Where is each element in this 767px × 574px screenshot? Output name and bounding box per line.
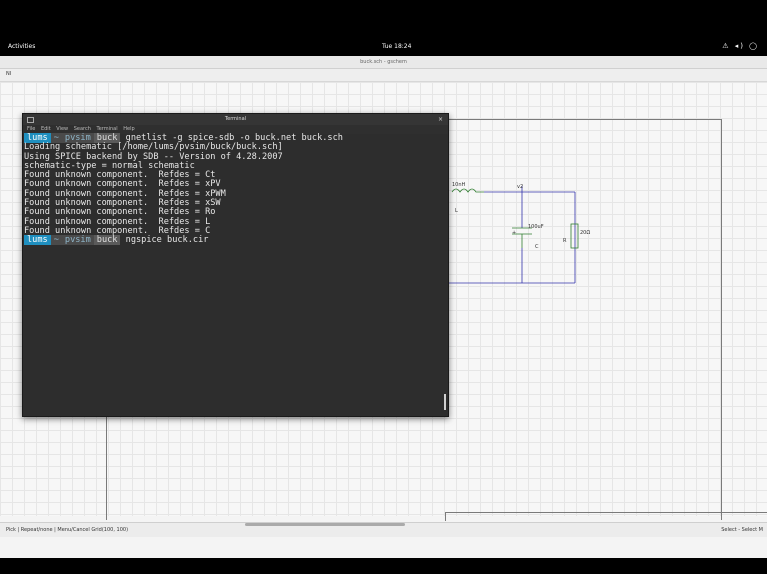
capacitor-value: 100uF (528, 224, 544, 230)
status-bar: Pick | Repeat/none | Menu/Cancel Grid(10… (0, 522, 767, 537)
menu-search[interactable]: Search (74, 126, 91, 132)
resistor-ref: R (563, 238, 567, 244)
status-left: Pick | Repeat/none | Menu/Cancel Grid(10… (6, 527, 129, 533)
terminal-title: Terminal (224, 116, 247, 122)
resistor-value: 20Ω (580, 230, 591, 236)
horizontal-scrollbar[interactable] (245, 523, 405, 526)
terminal-scrollbar[interactable] (444, 394, 446, 410)
prompt-home: ~ (50, 235, 62, 246)
inductor-ref: L (455, 208, 458, 214)
resistor-symbol (570, 223, 579, 249)
menu-file[interactable]: File (27, 126, 35, 132)
net-wires (447, 186, 576, 284)
close-icon[interactable]: × (438, 114, 443, 125)
command-ngspice: ngspice buck.cir (120, 235, 209, 246)
terminal-title-bar[interactable]: Terminal × (23, 114, 448, 125)
menu-help[interactable]: Help (123, 126, 134, 132)
menu-view[interactable]: View (56, 126, 68, 132)
terminal-output[interactable]: lums ~ pvsim buck gnetlist -g spice-sdb -o … (23, 133, 442, 414)
node-label: v2 (517, 184, 524, 190)
status-right: Select - Select M (721, 527, 763, 533)
menu-edit[interactable]: Edit (41, 126, 51, 132)
prompt-dir-buck: buck (93, 235, 121, 246)
terminal-icon (27, 117, 34, 123)
capacitor-plus: + (512, 230, 517, 236)
inductor-value: 10nH (452, 182, 466, 188)
terminal-window[interactable]: Terminal × File Edit View Search Termina… (22, 113, 449, 417)
capacitor-ref: C (535, 244, 539, 250)
menu-terminal[interactable]: Terminal (97, 126, 118, 132)
desktop-screen: Activities Tue 18:24 ⚠ ◂) ◯ buck.sch - g… (0, 38, 767, 558)
inductor-symbol (451, 188, 484, 193)
prompt-dir-pvsim: pvsim (61, 235, 94, 246)
prompt-line: lums ~ pvsim buck ngspice buck.cir (24, 235, 442, 246)
prompt-user: lums (24, 235, 51, 246)
